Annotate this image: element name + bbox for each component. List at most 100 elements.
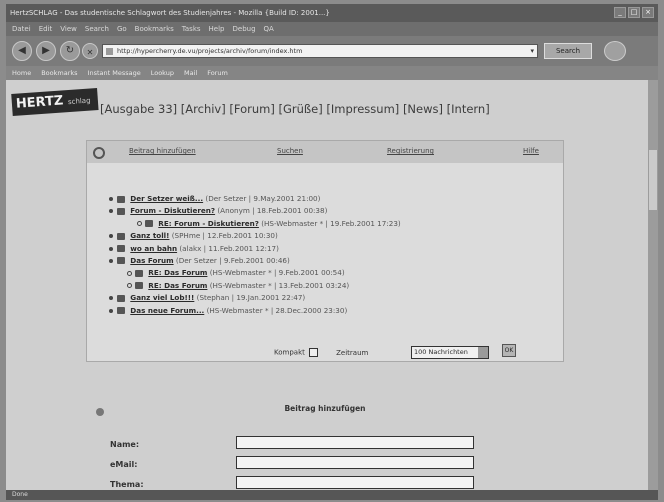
thread-link[interactable]: Ganz toll!: [130, 231, 169, 240]
thread-link[interactable]: RE: Das Forum: [148, 281, 207, 290]
page-content: HERTZ schlag [Ausgabe 33] [Archiv] [Foru…: [6, 80, 648, 490]
nav-intern[interactable]: [Intern]: [447, 102, 490, 116]
bullet-icon: [109, 296, 113, 301]
bullet-icon: [109, 246, 113, 251]
stop-icon: ✕: [86, 48, 94, 57]
bookmark-forum[interactable]: Forum: [207, 66, 228, 80]
menu-edit[interactable]: Edit: [39, 22, 53, 36]
page-icon: [106, 48, 113, 55]
forum-panel: Beitrag hinzufügen Suchen Registrierung …: [86, 140, 564, 362]
chevron-down-icon[interactable]: ▾: [530, 45, 534, 57]
nav-archiv[interactable]: [Archiv]: [181, 102, 226, 116]
thread-list: Der Setzer weiß... (Der Setzer | 9.May.2…: [109, 193, 549, 317]
thread-icon: [117, 207, 125, 215]
forum-icon: [93, 147, 105, 159]
menu-search[interactable]: Search: [85, 22, 109, 36]
tab-search[interactable]: Suchen: [277, 147, 303, 155]
back-arrow-icon: ◀: [18, 45, 26, 56]
thread-link[interactable]: RE: Das Forum: [148, 268, 207, 277]
thread-meta: (Der Setzer | 9.Feb.2001 00:46): [175, 255, 290, 265]
menu-bookmarks[interactable]: Bookmarks: [135, 22, 174, 36]
nav-gruesse[interactable]: [Grüße]: [278, 102, 322, 116]
bullet-icon: [127, 283, 132, 289]
maximize-button[interactable]: □: [628, 7, 640, 18]
browser-window: HertzSCHLAG - Das studentische Schlagwor…: [6, 4, 658, 500]
back-button[interactable]: ◀: [12, 41, 32, 61]
forward-button[interactable]: ▶: [36, 41, 56, 61]
print-button[interactable]: [604, 41, 626, 61]
bookmark-home[interactable]: Home: [12, 66, 31, 80]
reply-icon: [145, 220, 153, 228]
menu-view[interactable]: View: [60, 22, 77, 36]
name-label: Name:: [110, 440, 140, 449]
vertical-scrollbar[interactable]: [648, 80, 658, 490]
bookmark-mail[interactable]: Mail: [184, 66, 197, 80]
navigation-toolbar: ◀ ▶ ↻ ✕ http://hypercherry.de.vu/project…: [6, 36, 658, 66]
name-field[interactable]: [236, 436, 474, 449]
tab-help[interactable]: Hilfe: [523, 147, 539, 155]
thread-link[interactable]: Ganz viel Lob!!!: [130, 293, 194, 302]
close-button[interactable]: ×: [642, 7, 654, 18]
thread-row: Forum - Diskutieren? (Anonym | 18.Feb.20…: [109, 205, 549, 217]
go-button[interactable]: OK: [502, 344, 516, 357]
stop-button[interactable]: ✕: [82, 43, 98, 59]
reload-button[interactable]: ↻: [60, 41, 80, 61]
menu-file[interactable]: Datei: [12, 22, 31, 36]
menu-qa[interactable]: QA: [264, 22, 274, 36]
status-text: Done: [12, 491, 28, 498]
thread-row: Ganz toll! (SPHme | 12.Feb.2001 10:30): [109, 230, 549, 242]
bullet-icon: [109, 258, 113, 263]
thread-link[interactable]: wo an bahn: [130, 244, 177, 253]
menu-go[interactable]: Go: [117, 22, 127, 36]
thread-row: Ganz viel Lob!!! (Stephan | 19.Jan.2001 …: [109, 292, 549, 304]
reply-icon: [135, 269, 143, 277]
bookmark-instant-message[interactable]: Instant Message: [88, 66, 141, 80]
thread-meta: (Stephan | 19.Jan.2001 22:47): [196, 293, 306, 303]
thread-meta: (HS-Webmaster * | 19.Feb.2001 17:23): [261, 218, 401, 228]
status-bar: Done: [6, 490, 658, 500]
reply-row: RE: Das Forum (HS-Webmaster * | 9.Feb.20…: [109, 267, 549, 279]
reload-icon: ↻: [65, 45, 75, 56]
form-title: Beitrag hinzufügen: [284, 404, 366, 413]
menu-help[interactable]: Help: [209, 22, 225, 36]
thread-meta: (alakx | 11.Feb.2001 12:17): [179, 243, 279, 253]
thread-link[interactable]: Das Forum: [130, 256, 173, 265]
thread-icon: [117, 294, 125, 302]
minimize-button[interactable]: _: [614, 7, 626, 18]
message-count-select[interactable]: 100 Nachrichten: [411, 346, 489, 359]
thread-row: Das neue Forum... (HS-Webmaster * | 28.D…: [109, 305, 549, 317]
compact-checkbox[interactable]: [308, 348, 318, 357]
email-field[interactable]: [236, 456, 474, 469]
nav-impressum[interactable]: [Impressum]: [326, 102, 399, 116]
site-navigation: [Ausgabe 33] [Archiv] [Forum] [Grüße] [I…: [100, 102, 490, 116]
compact-label: Kompakt: [274, 348, 305, 357]
logo-text: HERTZ: [15, 93, 64, 112]
thread-meta: (HS-Webmaster * | 28.Dec.2000 23:30): [206, 305, 348, 315]
thread-row: wo an bahn (alakx | 11.Feb.2001 12:17): [109, 243, 549, 255]
tab-registration[interactable]: Registrierung: [387, 147, 434, 155]
nav-ausgabe[interactable]: [Ausgabe 33]: [100, 102, 177, 116]
thread-link[interactable]: Forum - Diskutieren?: [130, 206, 215, 215]
tab-add-post[interactable]: Beitrag hinzufügen: [129, 147, 196, 155]
subject-field[interactable]: [236, 476, 474, 489]
subject-label: Thema:: [110, 480, 144, 489]
window-controls: _ □ ×: [614, 7, 654, 18]
reply-row: RE: Das Forum (HS-Webmaster * | 13.Feb.2…: [109, 280, 549, 292]
thread-icon: [117, 245, 125, 253]
url-field[interactable]: http://hypercherry.de.vu/projects/archiv…: [102, 44, 538, 58]
bookmark-bookmarks[interactable]: Bookmarks: [41, 66, 77, 80]
scrollbar-thumb[interactable]: [649, 150, 657, 210]
bookmark-lookup[interactable]: Lookup: [151, 66, 174, 80]
menu-tasks[interactable]: Tasks: [182, 22, 201, 36]
thread-row: Der Setzer weiß... (Der Setzer | 9.May.2…: [109, 193, 549, 205]
thread-link[interactable]: RE: Forum - Diskutieren?: [158, 219, 259, 228]
search-button[interactable]: Search: [544, 43, 592, 59]
nav-forum[interactable]: [Forum]: [229, 102, 274, 116]
nav-news[interactable]: [News]: [403, 102, 443, 116]
menu-debug[interactable]: Debug: [233, 22, 256, 36]
site-logo[interactable]: HERTZ schlag: [11, 88, 99, 116]
view-controls: Kompakt Zeitraum: [274, 348, 368, 357]
thread-link[interactable]: Der Setzer weiß...: [130, 194, 203, 203]
email-label: eMail:: [110, 460, 138, 469]
thread-link[interactable]: Das neue Forum...: [130, 306, 204, 315]
